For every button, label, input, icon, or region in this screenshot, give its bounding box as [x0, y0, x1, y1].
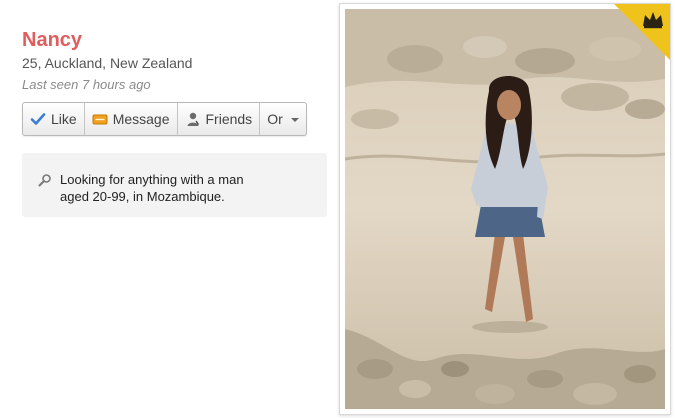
friends-label: Friends [205, 111, 253, 127]
profile-photo-frame[interactable] [339, 3, 671, 415]
looking-for-line-2: aged 20-99, in Mozambique. [60, 189, 225, 204]
chevron-down-icon [290, 118, 299, 122]
message-button[interactable]: Message [85, 103, 178, 135]
checkmark-icon [30, 111, 46, 127]
profile-photo[interactable] [345, 9, 665, 409]
or-label: Or [267, 111, 283, 127]
friends-button[interactable]: Friends [178, 103, 261, 135]
friends-icon [185, 111, 201, 127]
like-label: Like [51, 111, 77, 127]
action-button-group: Like Message Friends Or [22, 102, 307, 136]
looking-for-panel: Looking for anything with a man aged 20-… [22, 153, 327, 217]
like-button[interactable]: Like [23, 103, 85, 135]
or-dropdown-button[interactable]: Or [260, 103, 306, 135]
crown-icon [641, 9, 665, 29]
last-seen: Last seen 7 hours ago [22, 77, 151, 92]
profile-name[interactable]: Nancy [22, 28, 327, 52]
search-icon [38, 173, 52, 187]
looking-for-text: Looking for anything with a man aged 20-… [60, 171, 270, 205]
profile-summary: Nancy 25, Auckland, New Zealand Last see… [22, 28, 327, 217]
message-label: Message [112, 111, 170, 127]
looking-for-line-1: Looking for anything with a man [60, 172, 244, 187]
message-icon [92, 111, 108, 127]
age-location: 25, Auckland, New Zealand [22, 55, 193, 71]
